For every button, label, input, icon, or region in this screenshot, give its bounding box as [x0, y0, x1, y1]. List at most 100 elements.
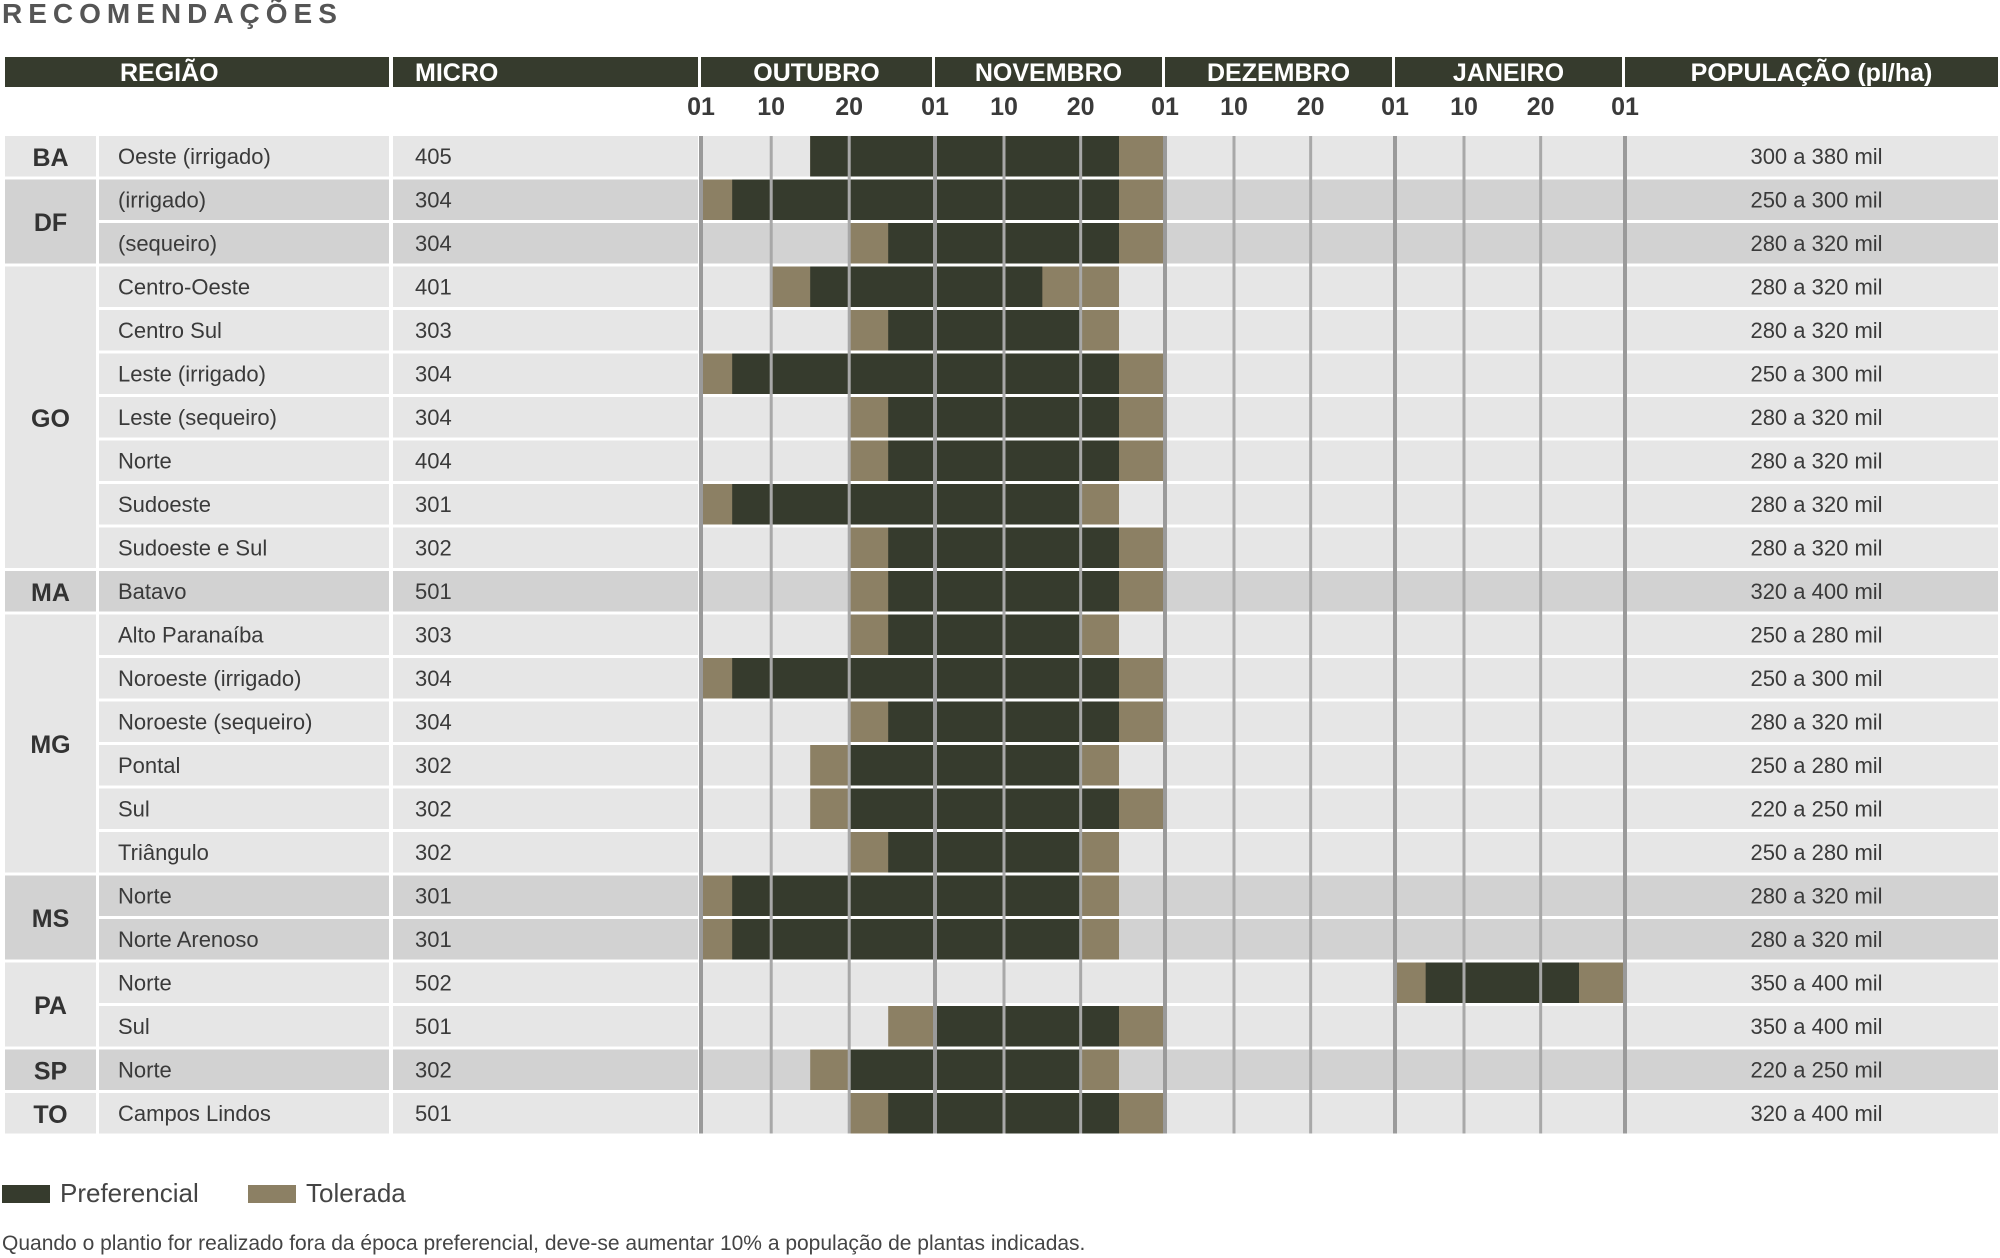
micro-label: 304	[415, 710, 452, 735]
population-label: 250 a 300 mil	[1750, 362, 1882, 387]
legend-preferred-label: Preferencial	[60, 1178, 199, 1208]
population-label: 280 a 320 mil	[1750, 927, 1882, 952]
micro-label: 302	[415, 753, 452, 778]
micro-label: 405	[415, 144, 452, 169]
region-label: (sequeiro)	[118, 231, 217, 256]
region-label: Noroeste (irrigado)	[118, 666, 301, 691]
state-label: MG	[30, 731, 70, 759]
micro-label: 501	[415, 579, 452, 604]
micro-label: 304	[415, 231, 452, 256]
region-label: Norte	[118, 449, 172, 474]
date-tick-label: 10	[757, 93, 785, 121]
date-tick-label: 01	[921, 93, 949, 121]
population-label: 250 a 280 mil	[1750, 623, 1882, 648]
region-label: Triângulo	[118, 840, 209, 865]
region-label: Sul	[118, 797, 150, 822]
region-label: Noroeste (sequeiro)	[118, 710, 312, 735]
date-tick-label: 10	[1220, 93, 1248, 121]
region-label: Leste (irrigado)	[118, 362, 266, 387]
micro-label: 302	[415, 797, 452, 822]
region-label: Centro-Oeste	[118, 275, 250, 300]
region-label: Centro Sul	[118, 318, 222, 343]
population-label: 280 a 320 mil	[1750, 449, 1882, 474]
header-label: MICRO	[415, 59, 498, 87]
preferred-bar	[1425, 962, 1579, 1003]
preferred-bar	[732, 484, 1081, 525]
preferred-bar	[810, 266, 1043, 307]
footnote: Quando o plantio for realizado fora da é…	[2, 1232, 1086, 1255]
population-label: 250 a 280 mil	[1750, 753, 1882, 778]
preferred-bar	[732, 875, 1081, 916]
micro-label: 304	[415, 666, 452, 691]
header-label: POPULAÇÃO (pl/ha)	[1691, 57, 1933, 87]
region-label: Norte Arenoso	[118, 927, 259, 952]
region-label: Norte	[118, 971, 172, 996]
population-label: 220 a 250 mil	[1750, 1058, 1882, 1083]
header-label: OUTUBRO	[753, 59, 879, 87]
micro-label: 304	[415, 362, 452, 387]
date-tick-label: 01	[1611, 93, 1639, 121]
preferred-bar	[732, 179, 1119, 220]
region-label: Campos Lindos	[118, 1101, 271, 1126]
population-label: 280 a 320 mil	[1750, 492, 1882, 517]
micro-label: 302	[415, 1058, 452, 1083]
micro-label: 304	[415, 188, 452, 213]
region-label: Sul	[118, 1014, 150, 1039]
date-tick-label: 20	[1067, 93, 1095, 121]
preferred-bar	[849, 788, 1119, 829]
population-label: 280 a 320 mil	[1750, 275, 1882, 300]
population-label: 300 a 380 mil	[1750, 144, 1882, 169]
population-label: 280 a 320 mil	[1750, 710, 1882, 735]
region-label: Batavo	[118, 579, 187, 604]
micro-label: 401	[415, 275, 452, 300]
date-tick-label: 01	[1381, 93, 1409, 121]
population-label: 320 a 400 mil	[1750, 1101, 1882, 1126]
planting-calendar-chart: REGIÃO MICRO OUTUBRO NOVEMBRO DEZEMBRO JANEIR…	[5, 57, 1998, 1134]
header-label: REGIÃO	[120, 57, 219, 87]
date-tick-label: 10	[1450, 93, 1478, 121]
preferred-bar	[935, 1006, 1119, 1047]
population-label: 280 a 320 mil	[1750, 231, 1882, 256]
preferred-bar	[888, 832, 1081, 873]
micro-label: 302	[415, 840, 452, 865]
state-label: MS	[32, 905, 70, 933]
micro-label: 501	[415, 1014, 452, 1039]
legend-preferred-swatch	[2, 1185, 50, 1203]
state-label: PA	[34, 992, 67, 1020]
date-tick-label: 20	[1297, 93, 1325, 121]
micro-label: 302	[415, 536, 452, 561]
header-label: DEZEMBRO	[1207, 59, 1350, 87]
region-label: Sudoeste	[118, 492, 211, 517]
state-label: TO	[33, 1101, 67, 1129]
region-label: Norte	[118, 884, 172, 909]
header-label: NOVEMBRO	[975, 59, 1122, 87]
legend-tolerated-label: Tolerada	[306, 1178, 406, 1208]
date-tick-label: 10	[990, 93, 1018, 121]
region-label: Oeste (irrigado)	[118, 144, 271, 169]
population-label: 280 a 320 mil	[1750, 318, 1882, 343]
date-tick-label: 20	[1527, 93, 1555, 121]
population-label: 350 a 400 mil	[1750, 1014, 1882, 1039]
micro-label: 301	[415, 927, 452, 952]
preferred-bar	[810, 136, 1119, 177]
population-label: 280 a 320 mil	[1750, 884, 1882, 909]
region-label: Pontal	[118, 753, 180, 778]
date-tick-label: 01	[1151, 93, 1179, 121]
date-tick-label: 01	[687, 93, 715, 121]
population-label: 220 a 250 mil	[1750, 797, 1882, 822]
state-label: SP	[34, 1057, 67, 1085]
micro-label: 303	[415, 318, 452, 343]
date-tick-label: 20	[835, 93, 863, 121]
region-label: Alto Paranaíba	[118, 623, 264, 648]
preferred-bar	[732, 658, 1119, 699]
region-label: Norte	[118, 1058, 172, 1083]
population-label: 350 a 400 mil	[1750, 971, 1882, 996]
state-label: GO	[31, 405, 70, 433]
preferred-bar	[888, 614, 1081, 655]
state-label: BA	[32, 144, 68, 172]
micro-label: 304	[415, 405, 452, 430]
population-label: 250 a 280 mil	[1750, 840, 1882, 865]
preferred-bar	[888, 310, 1081, 351]
region-label: Sudoeste e Sul	[118, 536, 267, 561]
legend-tolerated-swatch	[248, 1185, 296, 1203]
